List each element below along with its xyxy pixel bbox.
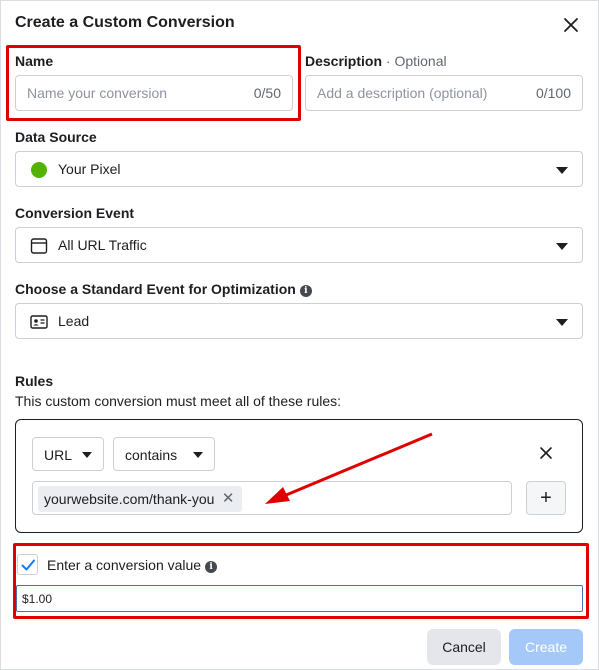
create-button[interactable]: Create xyxy=(509,629,583,665)
name-char-count: 0/50 xyxy=(253,85,281,101)
standard-event-value: Lead xyxy=(58,313,90,329)
conversion-value-checkbox[interactable] xyxy=(17,554,38,575)
info-icon[interactable]: i xyxy=(299,285,312,297)
chevron-down-icon xyxy=(556,319,568,326)
description-placeholder: Add a description (optional) xyxy=(317,85,488,101)
name-field[interactable]: Name your conversion 0/50 xyxy=(15,75,293,111)
info-icon[interactable]: i xyxy=(205,561,218,573)
browser-window-icon xyxy=(30,238,48,254)
contact-card-icon xyxy=(30,315,48,329)
standard-event-label: Choose a Standard Event for Optimization… xyxy=(15,281,312,297)
rule-operator-value: contains xyxy=(125,447,178,463)
custom-conversion-dialog: Create a Custom Conversion Name Name you… xyxy=(0,0,599,670)
chip-remove-icon[interactable]: ✕ xyxy=(222,486,235,512)
chevron-down-icon xyxy=(556,243,568,250)
rules-description: This custom conversion must meet all of … xyxy=(15,393,342,409)
conversion-event-value: All URL Traffic xyxy=(58,237,147,253)
rule-field-select[interactable]: URL xyxy=(32,437,104,471)
conversion-event-select[interactable]: All URL Traffic xyxy=(15,227,583,263)
rules-label: Rules xyxy=(15,373,54,389)
conversion-event-label: Conversion Event xyxy=(15,205,135,221)
standard-event-select[interactable]: Lead xyxy=(15,303,583,339)
name-placeholder: Name your conversion xyxy=(27,85,168,101)
rules-box: URL contains yourwebsite.com/thank-you ✕… xyxy=(15,419,583,533)
url-chip-text: yourwebsite.com/thank-you xyxy=(44,491,215,507)
conversion-value-label: Enter a conversion value i xyxy=(47,557,218,573)
remove-rule-icon[interactable] xyxy=(539,446,553,460)
rule-operator-select[interactable]: contains xyxy=(113,437,215,471)
close-icon[interactable] xyxy=(561,15,581,35)
add-value-button[interactable]: + xyxy=(526,481,566,515)
rule-url-input[interactable]: yourwebsite.com/thank-you ✕ xyxy=(32,481,512,515)
dialog-title: Create a Custom Conversion xyxy=(15,14,235,31)
conversion-value-label-text: Enter a conversion value xyxy=(47,557,202,573)
chevron-down-icon xyxy=(556,167,568,174)
checkmark-icon xyxy=(21,559,35,571)
standard-event-label-text: Choose a Standard Event for Optimization xyxy=(15,281,296,297)
data-source-select[interactable]: Your Pixel xyxy=(15,151,583,187)
description-char-count: 0/100 xyxy=(535,85,571,101)
rule-field-value: URL xyxy=(44,447,73,463)
cancel-button[interactable]: Cancel xyxy=(427,629,501,665)
chevron-down-icon xyxy=(193,452,203,458)
conversion-value-input[interactable]: $1.00 xyxy=(16,585,583,612)
description-label: Description · Optional xyxy=(305,53,447,69)
description-field[interactable]: Add a description (optional) 0/100 xyxy=(305,75,583,111)
description-label-text: Description xyxy=(305,53,383,69)
chevron-down-icon xyxy=(82,452,92,458)
data-source-value: Your Pixel xyxy=(58,161,121,177)
url-chip: yourwebsite.com/thank-you ✕ xyxy=(38,486,243,512)
status-dot-icon xyxy=(31,162,47,178)
name-label: Name xyxy=(15,53,54,69)
description-optional: · Optional xyxy=(385,53,447,69)
data-source-label: Data Source xyxy=(15,129,97,145)
